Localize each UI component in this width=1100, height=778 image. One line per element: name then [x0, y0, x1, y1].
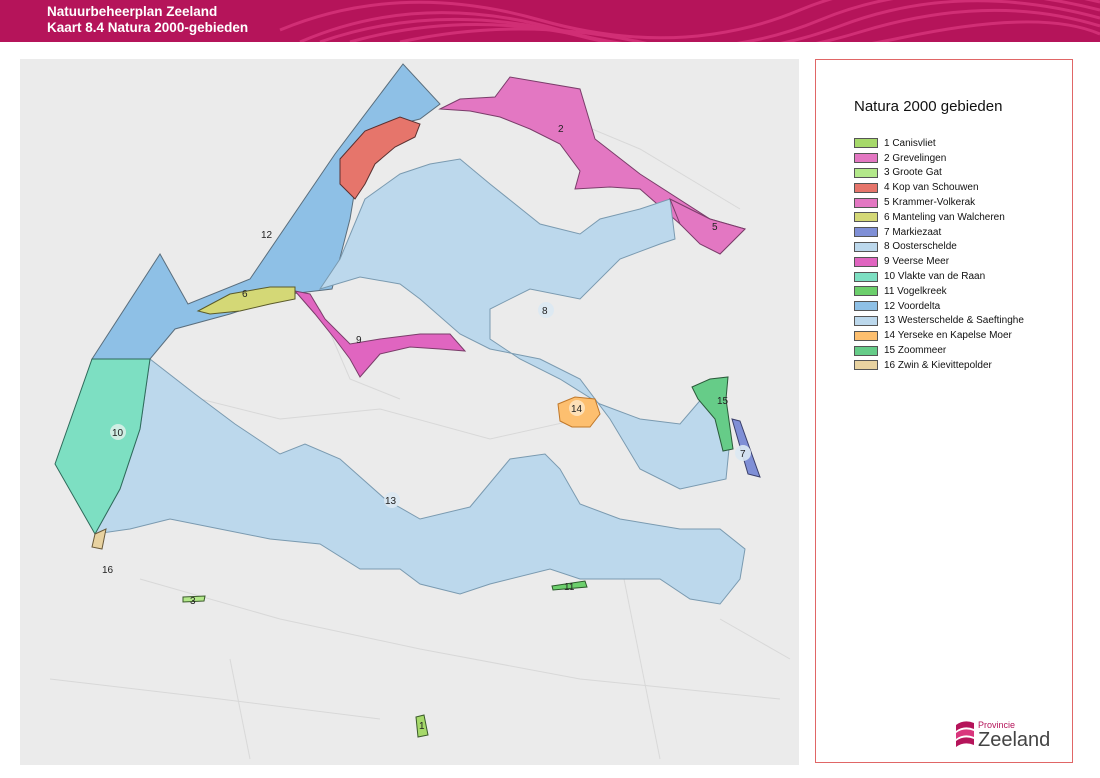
legend-label: 16 Zwin & Kievittepolder — [884, 359, 992, 371]
legend-label: 6 Manteling van Walcheren — [884, 211, 1005, 223]
legend-swatch — [854, 271, 878, 282]
legend-item: 16 Zwin & Kievittepolder — [854, 358, 1024, 373]
legend-item: 12 Voordelta — [854, 299, 1024, 314]
map-label-5: 5 — [712, 222, 718, 233]
provincie-zeeland-logo: Provincie Zeeland — [954, 717, 1064, 757]
legend-item: 2 Grevelingen — [854, 151, 1024, 166]
legend-list: 1 Canisvliet 2 Grevelingen 3 Groote Gat 4 K… — [854, 136, 1024, 373]
legend-swatch — [854, 360, 878, 371]
legend-item: 4 Kop van Schouwen — [854, 180, 1024, 195]
map-panel[interactable]: 2 5 12 6 9 8 10 13 14 15 7 16 11 3 1 — [20, 59, 799, 765]
legend-label: 3 Groote Gat — [884, 167, 942, 179]
map-label-1: 1 — [419, 721, 425, 732]
legend-label: 12 Voordelta — [884, 300, 941, 312]
legend-item: 5 Krammer-Volkerak — [854, 195, 1024, 210]
map-label-6: 6 — [242, 289, 248, 300]
legend-swatch — [854, 167, 878, 178]
map-label-7: 7 — [740, 449, 746, 460]
legend-swatch — [854, 212, 878, 223]
legend-label: 9 Veerse Meer — [884, 256, 950, 268]
legend-label: 14 Yerseke en Kapelse Moer — [884, 330, 1012, 342]
legend-item: 3 Groote Gat — [854, 166, 1024, 181]
legend-label: 11 Vogelkreek — [884, 285, 947, 297]
provincie-zeeland-logo-icon — [956, 721, 974, 747]
legend-title: Natura 2000 gebieden — [854, 98, 1003, 115]
legend-panel: Natura 2000 gebieden 1 Canisvliet 2 Greve… — [815, 59, 1073, 763]
legend-item: 9 Veerse Meer — [854, 254, 1024, 269]
map-label-9: 9 — [356, 335, 362, 346]
logo-big-text: Zeeland — [978, 729, 1051, 751]
map-label-10: 10 — [112, 428, 124, 439]
legend-label: 15 Zoommeer — [884, 345, 947, 357]
map-label-16: 16 — [102, 565, 114, 576]
legend-label: 8 Oosterschelde — [884, 241, 957, 253]
legend-item: 8 Oosterschelde — [854, 240, 1024, 255]
legend-swatch — [854, 256, 878, 267]
map-label-8: 8 — [542, 306, 548, 317]
legend-item: 11 Vogelkreek — [854, 284, 1024, 299]
area-5-krammer-volkerak[interactable] — [669, 197, 746, 255]
map-label-15: 15 — [717, 396, 729, 407]
legend-swatch — [854, 182, 878, 193]
legend-label: 4 Kop van Schouwen — [884, 182, 979, 194]
legend-swatch — [854, 286, 878, 297]
map-label-3: 3 — [190, 596, 196, 607]
legend-item: 10 Vlakte van de Raan — [854, 269, 1024, 284]
legend-label: 10 Vlakte van de Raan — [884, 271, 986, 283]
legend-label: 2 Grevelingen — [884, 152, 947, 164]
legend-item: 1 Canisvliet — [854, 136, 1024, 151]
legend-swatch — [854, 153, 878, 164]
legend-swatch — [854, 330, 878, 341]
legend-swatch — [854, 138, 878, 149]
legend-swatch — [854, 197, 878, 208]
legend-label: 5 Krammer-Volkerak — [884, 197, 976, 209]
map-label-11: 11 — [564, 582, 575, 593]
legend-swatch — [854, 241, 878, 252]
header-banner: Natuurbeheerplan Zeeland Kaart 8.4 Natur… — [0, 0, 1100, 42]
legend-label: 13 Westerschelde & Saeftinghe — [884, 315, 1024, 327]
legend-item: 13 Westerschelde & Saeftinghe — [854, 314, 1024, 329]
map-label-12: 12 — [261, 230, 273, 241]
legend-item: 15 Zoommeer — [854, 343, 1024, 358]
map-title: Kaart 8.4 Natura 2000-gebieden — [47, 20, 249, 35]
legend-swatch — [854, 227, 878, 238]
map-label-2: 2 — [558, 124, 564, 135]
map-label-14: 14 — [571, 404, 583, 415]
area-13-westerschelde[interactable] — [94, 358, 746, 605]
map-label-13: 13 — [385, 496, 397, 507]
legend-label: 1 Canisvliet — [884, 137, 936, 149]
legend-item: 7 Markiezaat — [854, 225, 1024, 240]
map-series-title: Natuurbeheerplan Zeeland — [47, 4, 218, 19]
legend-item: 6 Manteling van Walcheren — [854, 210, 1024, 225]
area-8-oosterschelde[interactable] — [318, 158, 731, 490]
natura-map: 2 5 12 6 9 8 10 13 14 15 7 16 11 3 1 — [49, 63, 791, 760]
legend-swatch — [854, 315, 878, 326]
legend-swatch — [854, 345, 878, 356]
legend-label: 7 Markiezaat — [884, 226, 942, 238]
legend-item: 14 Yerseke en Kapelse Moer — [854, 328, 1024, 343]
legend-swatch — [854, 301, 878, 312]
